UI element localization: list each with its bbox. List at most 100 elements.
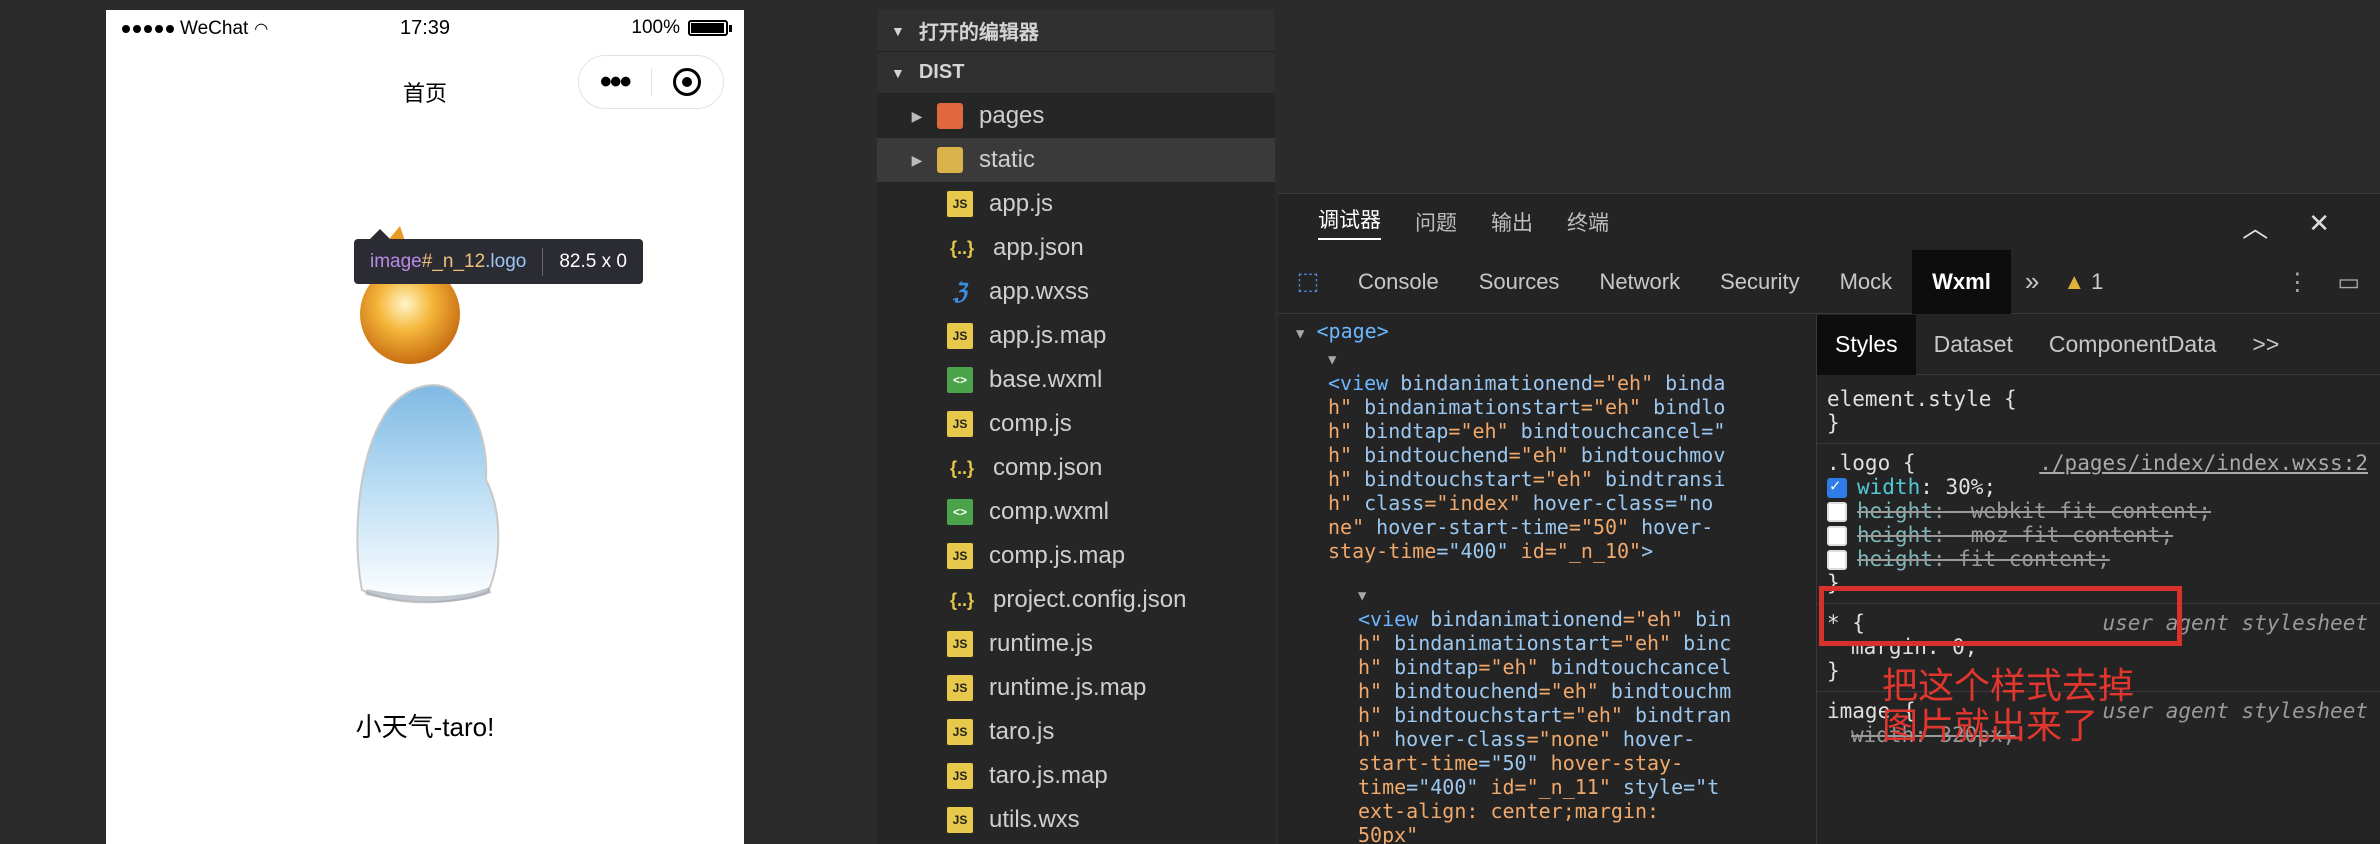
caret-right-icon[interactable]: ▶: [897, 108, 937, 125]
dock-icon[interactable]: ▭: [2337, 268, 2360, 297]
view2-line: ext-align: center;margin:: [1358, 799, 1659, 823]
code-token: bindanimationend: [1430, 607, 1623, 631]
code-token: h": [1358, 631, 1395, 655]
logo-source-link[interactable]: ./pages/index/index.wxss:2: [2039, 451, 2368, 475]
code-token: h": [1328, 491, 1365, 515]
code-token: ="eh": [1592, 371, 1666, 395]
tab-output[interactable]: 输出: [1491, 207, 1533, 237]
more-tabs-button[interactable]: »: [2011, 266, 2053, 297]
file-tree-item[interactable]: JS comp.js: [877, 402, 1275, 446]
file-tree-item[interactable]: <> comp.wxml: [877, 490, 1275, 534]
inspect-tag: image: [370, 250, 422, 272]
file-tree-item[interactable]: {..} comp.json: [877, 446, 1275, 490]
css-value: -moz-fit-content;: [1958, 523, 2174, 547]
view-caret-2: ▼: [1358, 581, 1366, 608]
folder-static-icon: [937, 147, 963, 173]
tab-componentdata[interactable]: ComponentData: [2031, 315, 2235, 375]
file-tree-item[interactable]: JS app.js: [877, 182, 1275, 226]
file-tree-item[interactable]: JS app.js.map: [877, 314, 1275, 358]
css-declaration: height: fit-content;: [1827, 547, 2110, 571]
file-tree-item[interactable]: ▶ pages: [877, 94, 1275, 138]
tab-terminal[interactable]: 终端: [1567, 207, 1609, 237]
code-token: ne": [1328, 515, 1377, 539]
tab-console[interactable]: Console: [1338, 250, 1459, 314]
view2-line: h" bindtouchend="eh" bindtouchm: [1358, 679, 1731, 703]
code-token: bindtouchcancel: [1550, 655, 1732, 679]
rule-checkbox[interactable]: [1827, 502, 1847, 522]
view2-line: h" bindtap="eh" bindtouchcancel: [1358, 655, 1731, 679]
code-token: h": [1358, 655, 1395, 679]
toolbar-right: ⋮ ▭: [2285, 268, 2360, 297]
view2-line: 50px": [1358, 823, 1418, 844]
code-token: ="eh": [1562, 703, 1635, 727]
file-tree-item[interactable]: JS utils.wxs: [877, 798, 1275, 842]
code-token: <view: [1358, 607, 1431, 631]
code-token: ="eh": [1448, 419, 1521, 443]
tab-sources[interactable]: Sources: [1459, 250, 1580, 314]
file-tree-item[interactable]: JS comp.js.map: [877, 534, 1275, 578]
file-tree-item[interactable]: {..} app.json: [877, 226, 1275, 270]
code-token: bindtouchstart: [1394, 703, 1563, 727]
file-name: comp.json: [993, 454, 1103, 481]
css-value: -webkit-fit-content;: [1958, 499, 2212, 523]
tab-security[interactable]: Security: [1700, 250, 1819, 314]
collapse-panel-icon[interactable]: ︿: [2242, 208, 2268, 245]
file-tree-item[interactable]: JS taro.js.map: [877, 754, 1275, 798]
more-menu-button[interactable]: •••: [579, 65, 651, 99]
kebab-menu-icon[interactable]: ⋮: [2285, 268, 2309, 297]
wxss-file-icon: ℨ: [953, 279, 967, 304]
code-token: ="index": [1424, 491, 1533, 515]
file-tree-item[interactable]: JS runtime.js.map: [877, 666, 1275, 710]
element-style-selector: element.style {: [1827, 387, 2017, 411]
inspect-element-icon[interactable]: ⬚: [1278, 267, 1338, 296]
tab-styles[interactable]: Styles: [1817, 315, 1916, 375]
inspect-divider: [542, 247, 544, 276]
code-token: ="eh": [1508, 443, 1581, 467]
js-file-icon: JS: [947, 411, 973, 437]
view1-line: stay-time="400" id="_n_10">: [1328, 539, 1653, 563]
view1-line: ne" hover-start-time="50" hover-: [1328, 515, 1713, 539]
file-tree-item[interactable]: {..} project.config.json: [877, 578, 1275, 622]
caret-down-icon: ▼: [1296, 326, 1305, 342]
panel-controls: ︿ ✕: [2242, 208, 2330, 245]
rule-checkbox[interactable]: [1827, 550, 1847, 570]
cloud-icon: [356, 384, 500, 604]
code-token: bindtouchstart: [1364, 467, 1533, 491]
view2-line: <view bindanimationend="eh" bin: [1358, 607, 1731, 631]
rule-checkbox[interactable]: [1827, 526, 1847, 546]
file-tree-item[interactable]: ℨapp.wxss: [877, 270, 1275, 314]
code-token: id="_n_11": [1490, 775, 1623, 799]
close-miniprogram-button[interactable]: [652, 68, 724, 96]
code-token: h": [1328, 467, 1365, 491]
file-name: app.js: [989, 190, 1054, 217]
file-tree-item[interactable]: JS runtime.js: [877, 622, 1275, 666]
tab-dataset[interactable]: Dataset: [1916, 315, 2031, 375]
rule-checkbox[interactable]: [1827, 476, 1847, 498]
warning-indicator[interactable]: ▲ 1: [2053, 269, 2113, 295]
open-editors-section[interactable]: ▼ 打开的编辑器: [877, 10, 1275, 52]
file-tree-item[interactable]: JS taro.js: [877, 710, 1275, 754]
view-caret: ▼: [1328, 345, 1336, 372]
tab-mock[interactable]: Mock: [1820, 250, 1913, 314]
file-tree-item[interactable]: ▶ static: [877, 138, 1275, 182]
tab-problems[interactable]: 问题: [1415, 207, 1457, 237]
tab-network[interactable]: Network: [1579, 250, 1700, 314]
code-token: stay-time: [1328, 539, 1437, 563]
file-tree-item[interactable]: <> base.wxml: [877, 358, 1275, 402]
file-name: app.js.map: [989, 322, 1107, 349]
styles-pane: Styles Dataset ComponentData >> element.…: [1816, 315, 2380, 844]
dist-section[interactable]: ▼ DIST: [877, 52, 1275, 94]
more-style-tabs[interactable]: >>: [2234, 315, 2297, 375]
code-token: ="50": [1568, 515, 1642, 539]
tab-debugger[interactable]: 调试器: [1318, 204, 1381, 240]
code-token: bindtap: [1394, 655, 1479, 679]
caret-right-icon[interactable]: ▶: [897, 152, 937, 169]
code-token: ="eh": [1580, 395, 1654, 419]
close-panel-icon[interactable]: ✕: [2308, 208, 2330, 245]
page-node[interactable]: ▼ <page>: [1296, 319, 1389, 346]
code-token: hover-stay-: [1550, 751, 1684, 775]
code-token: ext-align: center;margin:: [1358, 799, 1660, 823]
json-file-icon: {..}: [949, 589, 974, 610]
battery-tip-icon: [729, 24, 732, 32]
tab-wxml[interactable]: Wxml: [1912, 249, 2011, 314]
